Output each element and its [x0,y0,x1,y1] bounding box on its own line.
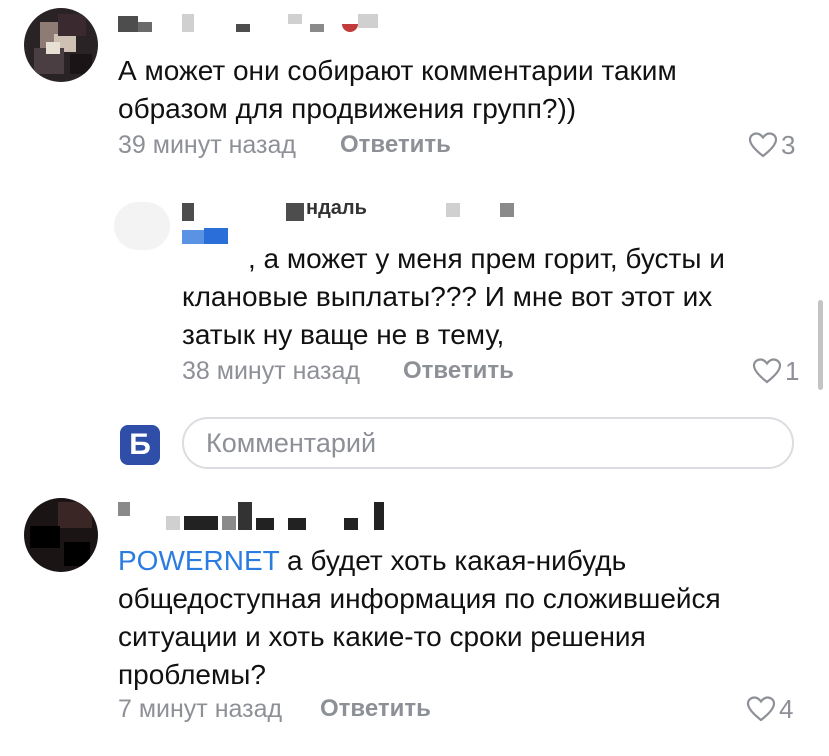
reply-button[interactable]: Ответить [340,130,451,160]
author-name-redacted[interactable]: ндаль [182,197,522,221]
comment-text: POWERNET а будет хоть какая-нибудь общед… [118,542,721,694]
heart-icon [748,132,778,158]
comments-feed: А может они собирают комментарии таким о… [0,0,829,756]
scrollbar[interactable] [818,300,823,390]
avatar[interactable] [114,202,170,250]
author-name-redacted[interactable] [118,14,378,32]
comment-time: 7 минут назад [118,695,283,723]
comment-time: 39 минут назад [118,131,296,159]
heart-icon [746,696,776,722]
reply-button[interactable]: Ответить [403,356,514,386]
like-button[interactable]: 3 [748,130,795,160]
reply-button[interactable]: Ответить [320,694,431,724]
comment-input[interactable]: Комментарий [182,417,794,469]
like-count: 1 [785,355,800,386]
like-count: 4 [779,693,794,724]
comment-text: А может они собирают комментарии таким о… [118,55,677,124]
avatar[interactable] [24,498,98,572]
comment-time: 38 минут назад [182,357,360,385]
like-button[interactable]: 4 [746,694,793,724]
heart-icon [752,358,782,384]
group-logo: Б [120,425,160,465]
avatar[interactable] [24,8,98,82]
mention-link[interactable]: POWERNET [118,545,279,576]
like-button[interactable]: 1 [752,356,799,386]
comment-text: , а может у меня прем горит, бусты и кла… [182,243,725,350]
author-name-fragment: ндаль [306,197,367,219]
like-count: 3 [781,129,796,160]
author-name-redacted[interactable] [118,502,398,530]
